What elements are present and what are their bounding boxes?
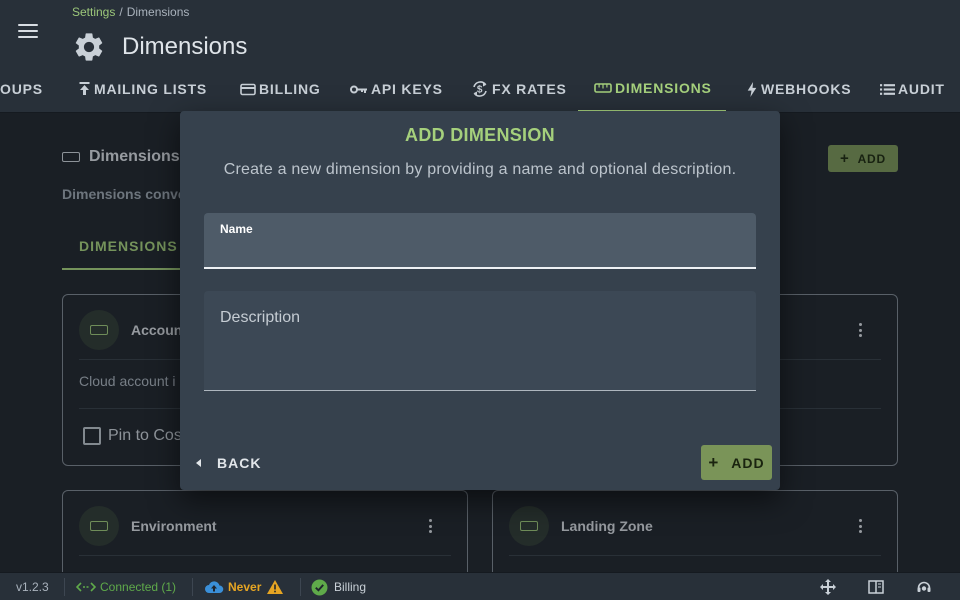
dialog-title: ADD DIMENSION — [405, 125, 555, 145]
connection-label: Connected (1) — [100, 580, 177, 594]
list-icon — [880, 83, 895, 95]
tab-label: FX RATES — [492, 81, 567, 97]
tab-label: API KEYS — [371, 81, 443, 97]
page-title-row: Dimensions — [72, 30, 247, 64]
plus-icon: + — [708, 452, 720, 472]
tab-label: AUDIT — [898, 81, 945, 97]
tab-billing[interactable]: BILLING — [240, 66, 321, 112]
billing-status[interactable]: Billing — [311, 573, 366, 600]
app-header: Settings / Dimensions Dimensions OUPS MAIL… — [0, 0, 960, 113]
cloud-upload-icon — [205, 581, 224, 593]
warning-icon — [267, 580, 284, 594]
dialog-subtitle: Create a new dimension by providing a na… — [223, 161, 737, 178]
support-agent-icon[interactable] — [916, 579, 932, 595]
tab-api-keys[interactable]: API KEYS — [350, 66, 443, 112]
upload-icon — [79, 82, 90, 95]
tab-mailing-lists[interactable]: MAILING LISTS — [78, 66, 207, 112]
breadcrumb: Settings / Dimensions — [72, 5, 189, 19]
tab-dimensions[interactable]: DIMENSIONS — [578, 66, 726, 112]
tab-label: MAILING LISTS — [94, 81, 208, 97]
verified-check-icon — [311, 579, 328, 595]
status-divider — [300, 578, 301, 596]
sync-label: Never — [228, 580, 262, 594]
name-field-label: Name — [220, 222, 253, 236]
back-label: BACK — [217, 455, 262, 471]
breadcrumb-separator: / — [119, 5, 123, 19]
code-icon — [76, 582, 96, 592]
add-label: ADD — [731, 454, 765, 471]
version-label: v1.2.3 — [16, 580, 49, 594]
svg-text:$: $ — [477, 85, 483, 96]
back-button[interactable]: BACK — [196, 454, 261, 472]
add-button[interactable]: + ADD — [701, 445, 772, 480]
add-dimension-dialog: ADD DIMENSION Create a new dimension by … — [180, 111, 780, 490]
breadcrumb-settings-link[interactable]: Settings — [72, 5, 115, 19]
tab-label: OUPS — [0, 81, 43, 97]
tab-fx-rates[interactable]: $ FX RATES — [471, 66, 567, 112]
name-input[interactable] — [220, 239, 740, 263]
page-title: Dimensions — [122, 33, 248, 60]
menu-icon[interactable] — [18, 24, 38, 40]
tab-label: WEBHOOKS — [761, 81, 852, 97]
status-divider — [64, 578, 65, 596]
lightning-icon — [747, 81, 757, 97]
gear-icon — [75, 33, 103, 61]
credit-card-icon — [240, 83, 256, 95]
connection-status[interactable]: Connected (1) — [76, 573, 176, 600]
tab-label: BILLING — [259, 81, 321, 97]
tab-webhooks[interactable]: WEBHOOKS — [746, 66, 851, 112]
billing-label: Billing — [334, 580, 367, 594]
book-icon[interactable] — [868, 580, 884, 594]
description-field[interactable]: Description — [204, 291, 756, 391]
tab-groups[interactable]: OUPS — [0, 66, 43, 112]
description-placeholder: Description — [220, 309, 301, 326]
tab-audit[interactable]: AUDIT — [880, 66, 945, 112]
move-icon[interactable] — [820, 579, 836, 595]
currency-exchange-icon: $ — [473, 81, 487, 97]
sync-status[interactable]: Never — [204, 573, 284, 600]
key-icon — [350, 85, 367, 93]
ruler-icon — [594, 83, 612, 93]
breadcrumb-current: Dimensions — [126, 5, 190, 19]
status-bar: v1.2.3 Connected (1) Never Billing — [0, 572, 960, 600]
settings-tabs: OUPS MAILING LISTS BILLING API KEYS $ FX… — [0, 66, 960, 112]
chevron-left-icon — [196, 459, 201, 467]
tab-label: DIMENSIONS — [615, 80, 712, 96]
name-field[interactable]: Name — [204, 213, 756, 269]
status-divider — [192, 578, 193, 596]
